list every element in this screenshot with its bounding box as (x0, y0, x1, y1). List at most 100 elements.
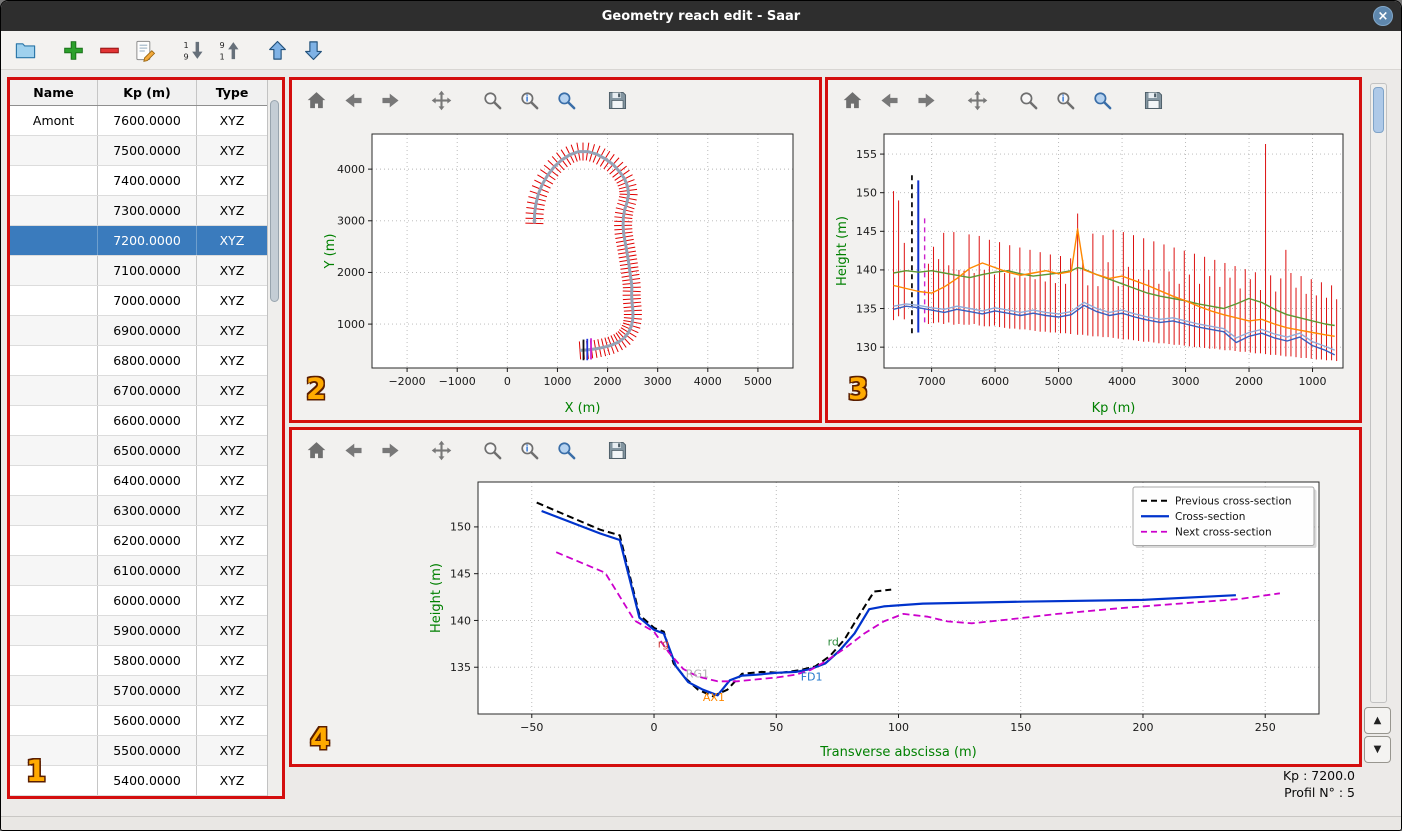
arrow-up-blue-icon (269, 40, 286, 60)
table-row[interactable]: 7200.0000 XYZ (10, 226, 267, 256)
home-icon (307, 441, 325, 458)
zoom-select-button[interactable] (1088, 86, 1116, 114)
cell-name (10, 766, 98, 795)
zoom-info-icon: i (520, 441, 538, 459)
table-row[interactable]: 6400.0000 XYZ (10, 466, 267, 496)
zoom-select-button[interactable] (552, 86, 580, 114)
forward-button[interactable] (376, 86, 404, 114)
plot-toolbar-cross: i (292, 430, 1359, 470)
svg-text:1000: 1000 (1299, 375, 1327, 388)
zoom-button[interactable] (478, 436, 506, 464)
table-row[interactable]: 5800.0000 XYZ (10, 646, 267, 676)
table-row[interactable]: 7300.0000 XYZ (10, 196, 267, 226)
table-row[interactable]: 6900.0000 XYZ (10, 316, 267, 346)
table-row[interactable]: 6200.0000 XYZ (10, 526, 267, 556)
svg-text:7000: 7000 (918, 375, 946, 388)
home-button[interactable] (302, 436, 330, 464)
table-row[interactable]: 7100.0000 XYZ (10, 256, 267, 286)
cell-type: XYZ (219, 503, 245, 518)
zoom-info-button[interactable]: i (515, 86, 543, 114)
save-button[interactable] (603, 86, 631, 114)
table-row[interactable]: 5900.0000 XYZ (10, 616, 267, 646)
zoom-button[interactable] (1014, 86, 1042, 114)
close-icon: × (1377, 8, 1389, 24)
status-info: Kp : 7200.0 Profil N° : 5 (1283, 767, 1355, 801)
table-row[interactable]: 6000.0000 XYZ (10, 586, 267, 616)
table-row[interactable]: 5400.0000 XYZ (10, 766, 267, 796)
cell-kp: 5600.0000 (98, 706, 197, 735)
back-button[interactable] (875, 86, 903, 114)
cell-kp: 6900.0000 (98, 316, 197, 345)
window-scrollbar[interactable] (1370, 83, 1387, 703)
home-button[interactable] (302, 86, 330, 114)
table-row[interactable]: 5700.0000 XYZ (10, 676, 267, 706)
forward-icon (381, 93, 399, 107)
cell-name (10, 136, 98, 165)
cell-kp: 7000.0000 (98, 286, 197, 315)
table-row[interactable]: Amont 7600.0000 XYZ (10, 106, 267, 136)
remove-button[interactable] (95, 36, 124, 65)
x-axis-label: X (m) (565, 401, 601, 416)
y-axis-label: Height (m) (429, 563, 444, 633)
pan-button[interactable] (963, 86, 991, 114)
cell-name (10, 556, 98, 585)
table-row[interactable]: 5600.0000 XYZ (10, 706, 267, 736)
table-row[interactable]: 6800.0000 XYZ (10, 346, 267, 376)
close-button[interactable]: × (1373, 6, 1393, 26)
sort-descending-button[interactable]: 91 (215, 36, 244, 65)
next-profile-button[interactable]: ▼ (1364, 736, 1391, 763)
forward-icon (381, 443, 399, 457)
add-button[interactable] (59, 36, 88, 65)
table-row[interactable]: 6500.0000 XYZ (10, 436, 267, 466)
cell-name (10, 196, 98, 225)
previous-profile-button[interactable]: ▲ (1364, 707, 1391, 734)
forward-button[interactable] (376, 436, 404, 464)
zoom-info-button[interactable]: i (515, 436, 543, 464)
table-row[interactable]: 7500.0000 XYZ (10, 136, 267, 166)
open-button[interactable] (11, 36, 40, 65)
plan-view-plot[interactable]: −2000 −1000 0 1000 2000 3000 4000 5000 1000 2000 3… (292, 120, 819, 420)
window-scrollbar-thumb[interactable] (1373, 87, 1384, 133)
zoom-button[interactable] (478, 86, 506, 114)
table-scrollbar[interactable] (267, 80, 282, 796)
table-row[interactable]: 7400.0000 XYZ (10, 166, 267, 196)
pan-button[interactable] (427, 86, 455, 114)
zoom-select-button[interactable] (552, 436, 580, 464)
column-header-name: Name (10, 80, 98, 105)
table-row[interactable]: 6300.0000 XYZ (10, 496, 267, 526)
pan-icon (431, 440, 451, 460)
cell-type: XYZ (219, 653, 245, 668)
save-button[interactable] (603, 436, 631, 464)
cell-type: XYZ (219, 383, 245, 398)
table-row[interactable]: 5500.0000 XYZ (10, 736, 267, 766)
cell-name (10, 616, 98, 645)
x-axis-label: Transverse abscissa (m) (819, 745, 977, 760)
table-row[interactable]: 6700.0000 XYZ (10, 376, 267, 406)
sort-ascending-button[interactable]: 19 (179, 36, 208, 65)
cell-kp: 5800.0000 (98, 646, 197, 675)
table-row[interactable]: 6100.0000 XYZ (10, 556, 267, 586)
zoom-info-button[interactable]: i (1051, 86, 1079, 114)
table-scrollbar-thumb[interactable] (270, 100, 279, 302)
cell-name (10, 376, 98, 405)
triangle-down-icon: ▼ (1373, 744, 1382, 755)
svg-text:3000: 3000 (337, 215, 365, 228)
cross-section-plot[interactable]: −50 0 50 100 150 200 250 135 140 145 150 Transverse… (292, 470, 1359, 764)
svg-text:1000: 1000 (337, 318, 365, 331)
table-row[interactable]: 6600.0000 XYZ (10, 406, 267, 436)
back-icon (344, 93, 362, 107)
cell-name (10, 316, 98, 345)
pan-button[interactable] (427, 436, 455, 464)
move-down-button[interactable] (299, 36, 328, 65)
table-row[interactable]: 7000.0000 XYZ (10, 286, 267, 316)
edit-button[interactable] (131, 36, 160, 65)
home-button[interactable] (838, 86, 866, 114)
back-button[interactable] (339, 86, 367, 114)
move-up-button[interactable] (263, 36, 292, 65)
long-profile-plot[interactable]: 7000 6000 5000 4000 3000 2000 1000 130 135 140 145… (828, 120, 1359, 420)
forward-button[interactable] (912, 86, 940, 114)
cell-type: XYZ (219, 233, 245, 248)
back-button[interactable] (339, 436, 367, 464)
svg-text:3000: 3000 (644, 375, 672, 388)
save-button[interactable] (1139, 86, 1167, 114)
